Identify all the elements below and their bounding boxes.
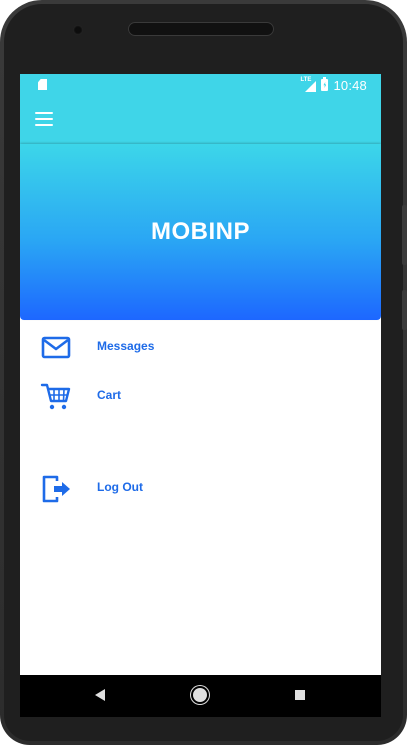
hamburger-icon[interactable] [35, 112, 53, 126]
menu-item-label: Cart [97, 388, 122, 402]
home-icon[interactable] [193, 688, 207, 702]
volume-button [402, 205, 407, 265]
cart-icon [40, 383, 71, 410]
logout-icon [42, 475, 70, 503]
recents-icon[interactable] [295, 690, 305, 700]
front-camera [73, 25, 83, 35]
system-nav-bar [20, 675, 381, 717]
menu-item-messages[interactable]: Messages [20, 327, 381, 367]
earpiece-speaker [128, 22, 274, 36]
mail-icon [41, 336, 71, 359]
status-bar: LTE 10:48 [20, 74, 381, 96]
status-icons: LTE 10:48 [300, 77, 367, 93]
back-icon[interactable] [95, 689, 105, 701]
drawer-title: MOBINP [151, 218, 250, 245]
drawer-header: MOBINP [20, 144, 381, 320]
menu-item-label: Log Out [97, 480, 143, 494]
menu-item-cart[interactable]: Cart [20, 376, 381, 416]
battery-charging-icon [321, 77, 329, 91]
sd-card-icon [38, 79, 47, 90]
menu-item-logout[interactable]: Log Out [20, 468, 381, 508]
menu-item-label: Messages [97, 339, 155, 353]
power-button [402, 290, 407, 330]
status-time: 10:48 [333, 77, 367, 93]
phone-frame: LTE 10:48 MOBINP Messages Cart Log Out [0, 0, 407, 745]
app-screen: LTE 10:48 MOBINP Messages Cart Log Out [20, 74, 381, 717]
app-bar [20, 96, 381, 144]
lte-signal-icon: LTE [300, 77, 317, 92]
